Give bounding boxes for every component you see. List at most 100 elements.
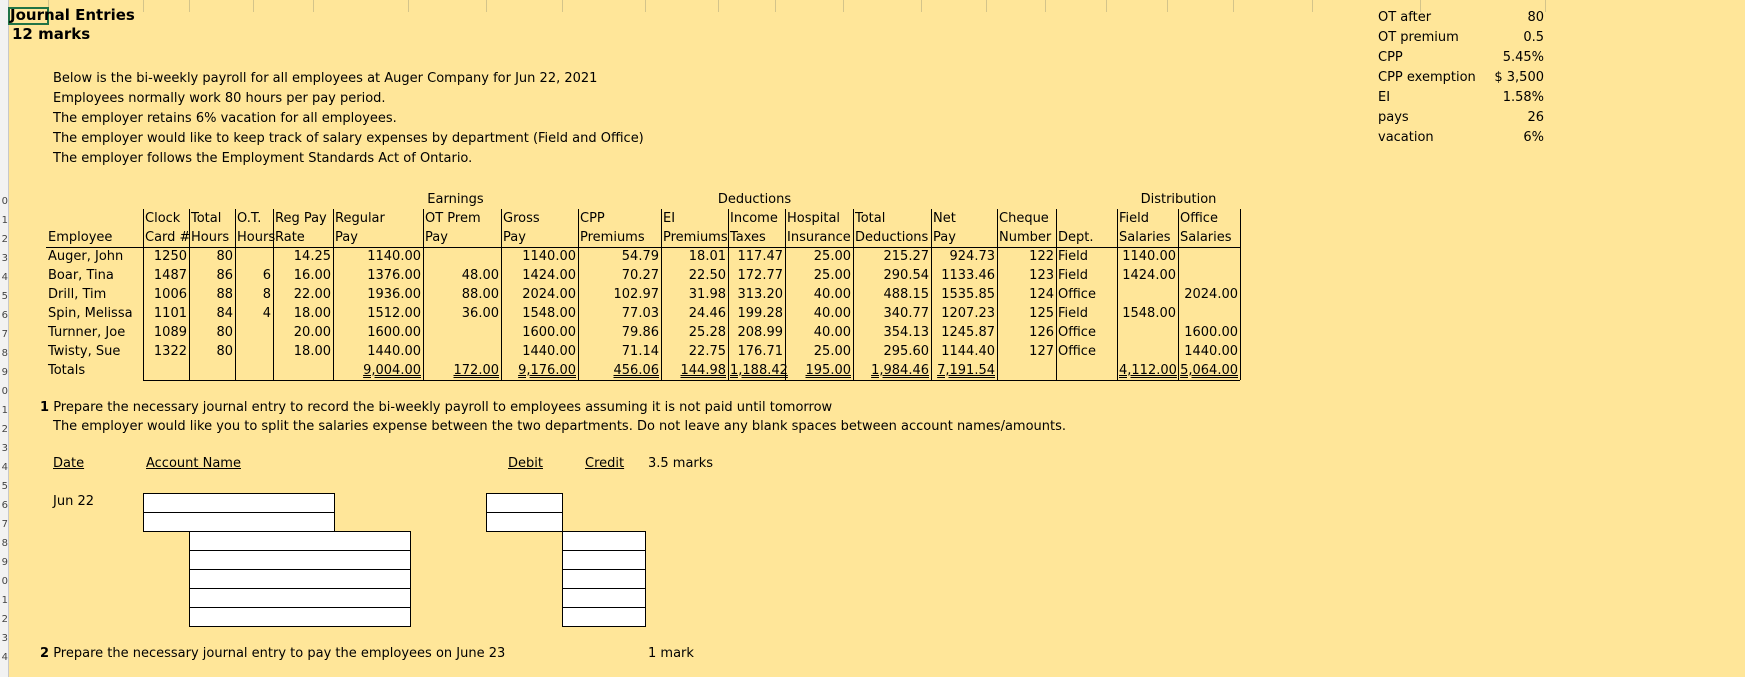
table-cell: Field (1058, 268, 1089, 283)
account-input[interactable] (189, 550, 411, 570)
credit-input[interactable] (562, 607, 646, 627)
total-cell: 172.00 (453, 363, 500, 378)
column-header: Salaries (1119, 230, 1171, 245)
distribution-group-header: Distribution (1140, 192, 1217, 207)
table-cell: 24.46 (688, 306, 726, 321)
row-number: 3 (1, 443, 8, 454)
account-input[interactable] (189, 531, 411, 551)
table-border (501, 209, 502, 380)
table-cell: 25.00 (813, 344, 851, 359)
table-cell: 1376.00 (367, 268, 421, 283)
account-input[interactable] (189, 588, 411, 608)
total-cell: 5,064.00 (1180, 363, 1238, 378)
column-header: Cheque (999, 211, 1049, 226)
table-cell: 126 (1029, 325, 1054, 340)
table-cell: 1245.87 (941, 325, 995, 340)
table-border (1056, 209, 1057, 380)
table-cell: 172.77 (737, 268, 784, 283)
credit-input[interactable] (562, 588, 646, 608)
column-header: CPP (580, 211, 605, 226)
column-header: O.T. (237, 211, 262, 226)
table-border (273, 209, 274, 380)
table-cell (1117, 323, 1178, 342)
deductions-group-header: Deductions (717, 192, 792, 207)
employee-name: Turnner, Joe (48, 325, 126, 340)
debit-input[interactable] (486, 493, 563, 513)
intro-line: The employer would like to keep track of… (53, 131, 644, 146)
question-text: Prepare the necessary journal entry to p… (53, 646, 506, 661)
table-cell: 117.47 (737, 249, 784, 264)
table-cell: 25.00 (813, 268, 851, 283)
table-cell: 16.00 (293, 268, 331, 283)
column-gridline (645, 0, 646, 12)
table-cell (235, 323, 273, 342)
table-cell: 313.20 (737, 287, 784, 302)
table-cell: 70.27 (621, 268, 659, 283)
row-number: 8 (1, 538, 8, 549)
table-cell: 88 (216, 287, 233, 302)
table-cell: 40.00 (813, 325, 851, 340)
employee-name: Boar, Tina (48, 268, 114, 283)
row-number: 1 (1, 405, 8, 416)
page-title: Journal Entries (10, 6, 135, 24)
row-number: 3 (1, 253, 8, 264)
table-cell: 290.54 (883, 268, 930, 283)
credit-input[interactable] (562, 531, 646, 551)
totals-label: Totals (48, 363, 86, 378)
total-cell: 7,191.54 (937, 363, 995, 378)
column-header (46, 209, 143, 228)
question-1-note: The employer would like you to split the… (53, 419, 1067, 434)
account-input[interactable] (189, 569, 411, 589)
table-cell: 31.98 (688, 287, 726, 302)
row-number: 2 (1, 614, 8, 625)
table-cell: 125 (1029, 306, 1054, 321)
column-gridline (1312, 0, 1313, 12)
question-1: 1 Prepare the necessary journal entry to… (40, 400, 832, 416)
param-label: pays (1378, 110, 1409, 125)
column-gridline (1045, 0, 1046, 12)
table-cell: 54.79 (621, 249, 659, 264)
account-input[interactable] (143, 493, 335, 513)
intro-line: The employer follows the Employment Stan… (53, 151, 473, 166)
marks-total: 12 marks (12, 25, 91, 43)
intro-line: Employees normally work 80 hours per pay… (53, 91, 386, 106)
credit-input[interactable] (562, 550, 646, 570)
je-date: Jun 22 (53, 494, 94, 509)
table-cell: 176.71 (737, 344, 784, 359)
intro-line: Below is the bi-weekly payroll for all e… (53, 71, 598, 86)
table-cell: 1207.23 (941, 306, 995, 321)
param-value: 6% (1523, 130, 1544, 145)
table-cell: 354.13 (883, 325, 930, 340)
table-cell: 22.50 (688, 268, 726, 283)
account-input[interactable] (143, 512, 335, 532)
column-header: Dept. (1058, 230, 1094, 245)
column-header: Pay (503, 230, 526, 245)
earnings-group-header: Earnings (427, 192, 484, 207)
column-header: Card # (145, 230, 191, 245)
row-number: 6 (1, 500, 8, 511)
column-header: Salaries (1180, 230, 1232, 245)
je-date-header: Date (53, 456, 85, 471)
total-cell: 9,004.00 (363, 363, 421, 378)
column-gridline (1233, 0, 1234, 12)
param-label: CPP (1378, 50, 1403, 65)
table-cell: 18.00 (293, 344, 331, 359)
debit-input[interactable] (486, 512, 563, 532)
column-header: Hours (237, 230, 276, 245)
table-border (143, 380, 1240, 381)
table-cell (1117, 285, 1178, 304)
row-number: 9 (1, 557, 8, 568)
table-cell: Office (1058, 344, 1096, 359)
employee-name: Drill, Tim (48, 287, 107, 302)
table-border (728, 209, 729, 380)
column-header: Office (1180, 211, 1218, 226)
row-number: 0 (1, 386, 8, 397)
column-header: Hours (191, 230, 230, 245)
column-gridline (986, 0, 987, 12)
account-input[interactable] (189, 607, 411, 627)
column-header: EI (663, 211, 676, 226)
credit-input[interactable] (562, 569, 646, 589)
table-border (143, 209, 144, 380)
table-cell: 22.75 (688, 344, 726, 359)
table-cell: 1535.85 (941, 287, 995, 302)
